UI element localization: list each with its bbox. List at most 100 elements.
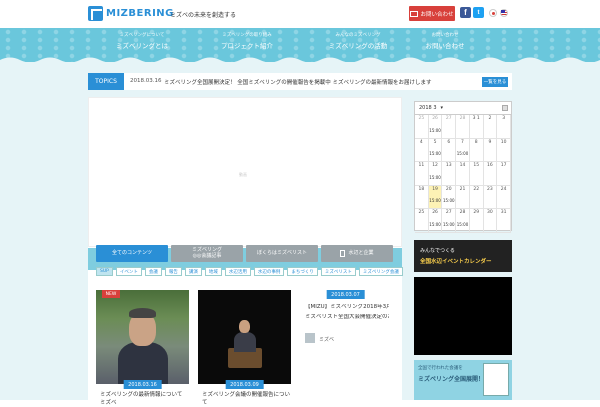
calendar-day[interactable]: 13 [442, 162, 457, 186]
calendar-day[interactable]: 15 [469, 162, 484, 186]
calendar-event-time[interactable]: 15:00 [429, 222, 442, 227]
japanese-flag-icon[interactable] [489, 9, 497, 17]
calendar-day[interactable]: 14 [456, 162, 470, 186]
calendar-day-number: 29 [473, 210, 480, 215]
contact-button[interactable]: お問い合わせ [409, 6, 455, 21]
calendar-event-time[interactable]: 15:00 [442, 222, 455, 227]
calendar-day-number: 20 [445, 186, 452, 192]
nav-item-contact[interactable]: お問い合わせ お問い合わせ [395, 32, 495, 50]
calendar-day-number: 19 [432, 186, 438, 192]
calendar-day[interactable]: 11 [415, 162, 429, 186]
tab-label: 水辺と企業 [348, 249, 374, 256]
video-player[interactable]: 動画 [88, 97, 402, 247]
nav-wave-divider [0, 57, 600, 62]
site-tagline: ミズベの未来を創造する [170, 12, 237, 19]
calendar-day[interactable]: 16 [483, 162, 498, 186]
expansion-banner[interactable]: 全国で行われた会議を ミズベリング全国展開！ [414, 360, 512, 400]
tag-chip[interactable]: SUP [96, 267, 113, 276]
tag-chip[interactable]: 報告 [164, 267, 182, 276]
article-title-line-1: 【MIZU】ミズベリング2018年3月 [305, 304, 389, 310]
calendar-day-number: 16 [487, 163, 493, 168]
calendar-day[interactable]: 18 [415, 185, 429, 209]
calendar-day[interactable]: 23 [483, 185, 498, 209]
nav-item-label: ミズベリングの活動 [328, 42, 388, 50]
calendar-day[interactable]: 3 1 [469, 115, 484, 139]
topics-headline-link[interactable]: ミズベリング全国展開決定！ 全国ミズベリングの開催報告を掲載中 ミズベリングの最… [164, 78, 432, 86]
nav-item-about[interactable]: ミズベリングについて ミズベリングとは [92, 32, 192, 50]
calendar-day-number: 18 [418, 186, 425, 192]
calendar-day[interactable]: 6 [442, 138, 457, 162]
calendar-day[interactable]: 24 [497, 185, 511, 209]
calendar-day[interactable]: 12 15:00 [428, 162, 443, 186]
chevron-down-icon[interactable]: ▾ [441, 105, 444, 111]
calendar-next-button[interactable] [502, 105, 508, 111]
calendar-day[interactable]: 28 15:00 [456, 209, 470, 233]
calendar-day[interactable]: 26 15:00 [428, 209, 443, 233]
calendar-day[interactable]: 2 [483, 115, 498, 139]
tab-all-contents[interactable]: 全てのコンテンツ [96, 245, 168, 262]
sidebar-video-banner[interactable] [414, 277, 512, 355]
calendar-day[interactable]: 19 15:00 [428, 185, 443, 209]
calendar-event-time[interactable]: 15:00 [456, 222, 469, 227]
nav-item-activities[interactable]: みんなのミズベリング ミズベリングの活動 [308, 32, 408, 50]
nav-item-label: ミズベリングとは [116, 42, 168, 50]
calendar-day[interactable]: 22 [469, 185, 484, 209]
calendar-event-time[interactable]: 15:00 [429, 175, 442, 180]
tag-chip[interactable]: 水辺活用 [224, 267, 251, 276]
calendar-day[interactable]: 4 [415, 138, 429, 162]
calendar-month-select[interactable]: 2018 3 [419, 105, 437, 111]
article-card[interactable]: 2018.03.07 【MIZU】ミズベリング2018年3月 ミズベリスト全国大… [299, 290, 392, 350]
tab-mizbelist[interactable]: ぼくらはミズベリスト [246, 245, 318, 262]
calendar-event-time[interactable]: 15:00 [456, 151, 469, 156]
calendar-day[interactable]: 27 15:00 [442, 209, 457, 233]
calendar-day[interactable]: 29 [469, 209, 484, 233]
us-flag-icon[interactable] [500, 9, 508, 17]
topics-bar: TOPICS 2018.03.16 ミズベリング全国展開決定！ 全国ミズベリング… [88, 73, 512, 90]
tab-waterside-business[interactable]: 水辺と企業 [321, 245, 393, 262]
calendar-day[interactable]: 7 15:00 [456, 138, 470, 162]
tag-chip[interactable]: 会議 [144, 267, 162, 276]
event-calendar-banner[interactable]: みんなでつくる 全国水辺イベントカレンダー [414, 240, 512, 272]
calendar-day-number: 7 [461, 139, 464, 145]
topics-list-button[interactable]: 一覧を見る [482, 77, 508, 87]
nav-item-projects[interactable]: ミズベリングの取り組み プロジェクト紹介 [197, 32, 297, 50]
calendar-day[interactable]: 25 [415, 209, 429, 233]
tag-chip[interactable]: 講演 [184, 267, 202, 276]
calendar-event-time[interactable]: 15:00 [429, 151, 442, 156]
calendar-day[interactable]: 27 [442, 115, 457, 139]
facebook-icon[interactable]: f [460, 7, 471, 18]
calendar-day[interactable]: 10 [497, 138, 511, 162]
tag-chip[interactable]: まちづくり [287, 267, 318, 276]
calendar-day[interactable]: 17 [497, 162, 511, 186]
tag-chip[interactable]: イベント [115, 267, 142, 276]
envelope-icon [410, 10, 419, 17]
person-head [239, 320, 250, 333]
calendar-day[interactable]: 3 [497, 115, 511, 139]
calendar-day[interactable]: 5 15:00 [428, 138, 443, 162]
calendar-day[interactable]: 21 [456, 185, 470, 209]
article-card[interactable]: NEW 2018.03.16 ミズベリングの最新情報について ミズベ [96, 290, 189, 406]
calendar-event-time[interactable]: 15:00 [442, 198, 455, 203]
calendar-event-time[interactable]: 15:00 [429, 198, 442, 203]
calendar-day[interactable]: 8 [469, 138, 484, 162]
site-logo[interactable]: MIZBERING [88, 6, 174, 21]
tab-meeting-articles[interactable]: ミズベリング ◎◎会議記事 [171, 245, 243, 262]
calendar-day[interactable]: 28 [456, 115, 470, 139]
calendar-day[interactable]: 20 15:00 [442, 185, 457, 209]
calendar-event-time[interactable]: 15:00 [429, 128, 442, 133]
calendar-day[interactable]: 31 [497, 209, 511, 233]
tag-chip[interactable]: ミズベリング会議 [358, 267, 403, 276]
twitter-icon[interactable]: t [473, 7, 484, 18]
banner-line: 全国で行われた会議を [418, 366, 463, 371]
calendar-day-number: 2 [488, 116, 492, 121]
person-body [118, 342, 168, 384]
calendar-day-number: 13 [445, 163, 452, 168]
tag-chip[interactable]: ミズベリスト [320, 267, 356, 276]
tag-chip[interactable]: 水辺の事例 [253, 267, 285, 276]
calendar-day[interactable]: 26 15:00 [428, 115, 443, 139]
calendar-day[interactable]: 9 [483, 138, 498, 162]
calendar-day[interactable]: 30 [483, 209, 498, 233]
calendar-day[interactable]: 25 [415, 115, 429, 139]
article-card[interactable]: 2018.03.09 ミズベリング会議の開催報告について [198, 290, 291, 406]
tag-chip[interactable]: 地域 [204, 267, 222, 276]
